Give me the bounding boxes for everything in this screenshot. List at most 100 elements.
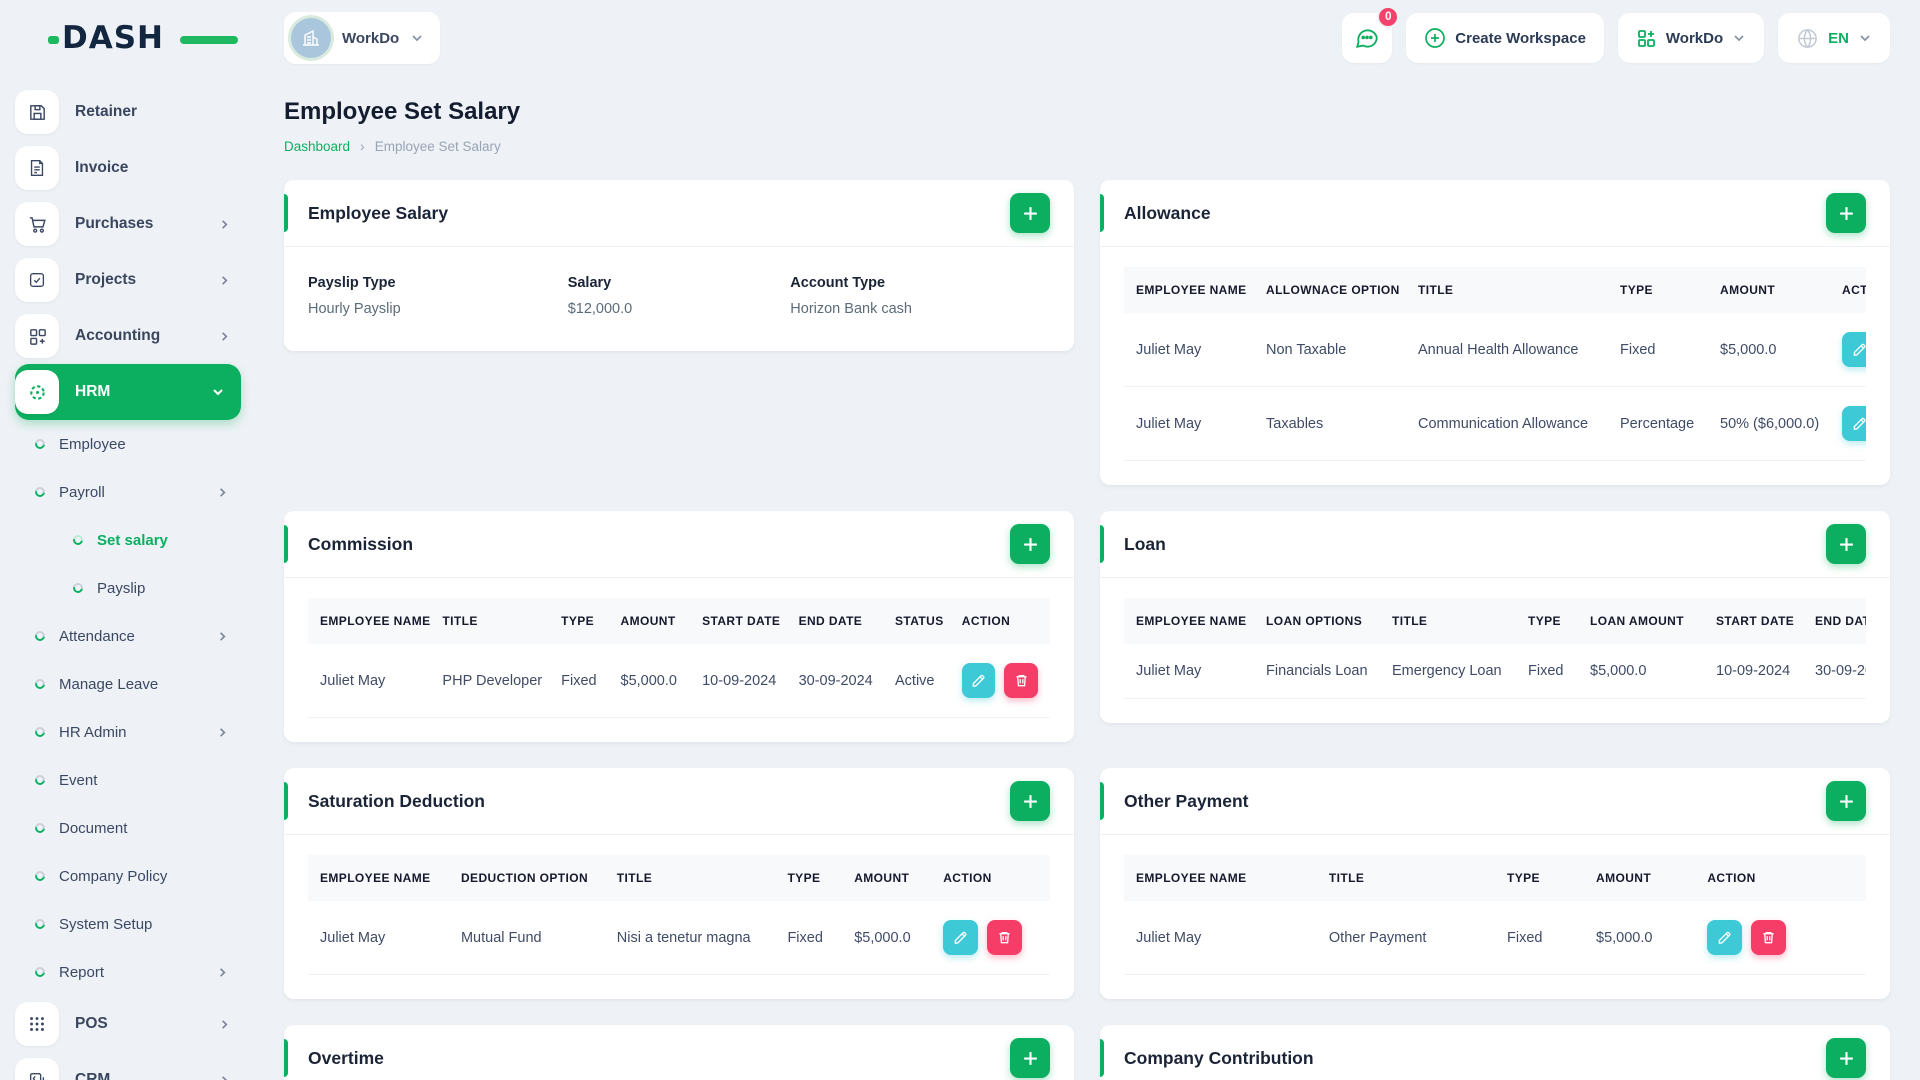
column-header: AMOUNT <box>842 855 932 901</box>
add-other-payment-button[interactable] <box>1826 781 1866 821</box>
bullet-icon <box>33 821 47 835</box>
language-selector[interactable]: EN <box>1778 13 1890 63</box>
column-header: EMPLOYEE NAME <box>1124 598 1254 644</box>
sidebar-item-manage-leave[interactable]: Manage Leave <box>15 660 241 708</box>
breadcrumb-current: Employee Set Salary <box>374 138 501 154</box>
edit-button[interactable] <box>1842 332 1866 367</box>
topbar-actions: 0 Create Workspace WorkDo EN <box>1342 6 1890 63</box>
sidebar-item-retainer[interactable]: Retainer <box>15 84 241 140</box>
edit-button[interactable] <box>1842 406 1866 441</box>
add-company-contribution-button[interactable] <box>1826 1038 1866 1078</box>
cell: 50% ($6,000.0) <box>1720 415 1820 432</box>
sidebar-item-payroll[interactable]: Payroll <box>15 468 241 516</box>
cell: Juliet May <box>1136 663 1202 679</box>
plus-icon <box>1023 794 1037 808</box>
sidebar-item-company-policy[interactable]: Company Policy <box>15 852 241 900</box>
sidebar-item-payslip[interactable]: Payslip <box>15 564 241 612</box>
column-header: TYPE <box>1516 598 1578 644</box>
saturation-deduction-card: Saturation Deduction EMPLOYEE NAME DEDUCT… <box>284 768 1074 999</box>
chevron-down-icon <box>1860 35 1870 42</box>
delete-button[interactable] <box>987 920 1023 955</box>
add-saturation-deduction-button[interactable] <box>1010 781 1050 821</box>
column-header: TYPE <box>1494 855 1585 901</box>
card-title: Loan <box>1124 533 1166 554</box>
employee-salary-details: Payslip Type Hourly Payslip Salary $12,0… <box>284 247 1074 351</box>
bullet-icon <box>33 773 47 787</box>
messages-button[interactable]: 0 <box>1342 6 1400 63</box>
column-header: EMPLOYEE NAME <box>1124 855 1317 901</box>
data-table: EMPLOYEE NAME ALLOWNACE OPTION TITLE TYPE AM… <box>1124 267 1866 461</box>
sidebar-item-event[interactable]: Event <box>15 756 241 804</box>
card-header: Saturation Deduction <box>284 768 1074 835</box>
column-header: START DATE <box>690 598 787 644</box>
breadcrumb-dashboard-link[interactable]: Dashboard <box>284 139 350 154</box>
overtime-card: Overtime <box>284 1025 1074 1080</box>
sidebar-item-hr-admin[interactable]: HR Admin <box>15 708 241 756</box>
sidebar-item-projects[interactable]: Projects <box>15 252 241 308</box>
loan-table: EMPLOYEE NAME LOAN OPTIONS TITLE TYPE LOAN A… <box>1124 598 1866 699</box>
add-overtime-button[interactable] <box>1010 1038 1050 1078</box>
pencil-icon <box>1719 931 1731 944</box>
building-icon <box>303 29 319 46</box>
sidebar-item-attendance[interactable]: Attendance <box>15 612 241 660</box>
edit-button[interactable] <box>961 663 996 698</box>
cell: Financials Loan <box>1266 663 1368 679</box>
column-header: TITLE <box>1316 855 1495 901</box>
sidebar-item-crm[interactable]: CRM <box>15 1052 241 1080</box>
pencil-icon <box>1853 417 1866 430</box>
bullet-icon <box>71 581 85 595</box>
sidebar-item-document[interactable]: Document <box>15 804 241 852</box>
cell: Fixed <box>1528 663 1564 679</box>
sidebar-item-employee[interactable]: Employee <box>15 420 241 468</box>
table-header-row: EMPLOYEE NAME DEDUCTION OPTION TITLE TYPE AM… <box>308 855 1050 901</box>
sidebar-item-hrm[interactable]: HRM <box>15 364 241 420</box>
bullet-icon <box>71 533 85 547</box>
table-row: Juliet May PHP Developer Fixed $5,000.0 10-0… <box>308 644 1050 718</box>
trash-icon <box>1016 674 1027 687</box>
add-commission-button[interactable] <box>1010 524 1050 564</box>
cell: 30-09-2024 <box>1815 663 1866 679</box>
chevron-right-icon <box>222 275 228 285</box>
cell: $5,000.0 <box>1590 663 1647 679</box>
app-menu-button[interactable]: WorkDo <box>1617 13 1765 63</box>
add-loan-button[interactable] <box>1826 524 1866 564</box>
chevron-right-icon: › <box>360 138 365 154</box>
column-header: ACTION <box>949 598 1050 644</box>
sidebar-item-set-salary[interactable]: Set salary <box>15 516 241 564</box>
card-title: Other Payment <box>1124 790 1249 811</box>
add-allowance-button[interactable] <box>1826 193 1866 233</box>
sidebar-item-pos[interactable]: POS <box>15 996 241 1052</box>
sidebar-item-invoice[interactable]: Invoice <box>15 140 241 196</box>
cards-grid: Employee Salary Payslip Type Hourly Pays… <box>284 180 1890 1080</box>
delete-button[interactable] <box>1004 663 1038 698</box>
plus-icon <box>1023 206 1037 220</box>
allowance-card: Allowance EMPLOYEE NAME ALLOWNACE OPTION T… <box>1100 180 1890 485</box>
cell: Juliet May <box>1136 929 1202 946</box>
edit-button[interactable] <box>943 920 979 955</box>
bullet-icon <box>33 725 47 739</box>
sidebar-item-system-setup[interactable]: System Setup <box>15 900 241 948</box>
sidebar-item-purchases[interactable]: Purchases <box>15 196 241 252</box>
card-title: Commission <box>308 533 414 554</box>
app-menu-label: WorkDo <box>1665 29 1724 47</box>
create-workspace-button[interactable]: Create Workspace <box>1406 13 1604 63</box>
edit-button[interactable] <box>1707 920 1743 955</box>
cell: Juliet May <box>320 929 386 946</box>
cell: $5,000.0 <box>1596 929 1653 946</box>
cell-actions <box>1695 901 1866 975</box>
cell: Fixed <box>1506 929 1543 946</box>
app-logo[interactable]: DASH <box>48 20 238 60</box>
column-header: TITLE <box>604 855 776 901</box>
delete-button[interactable] <box>1751 920 1787 955</box>
table-header-row: EMPLOYEE NAME ALLOWNACE OPTION TITLE TYPE AM… <box>1124 267 1866 313</box>
cell: Taxables <box>1266 415 1324 432</box>
grid-plus-icon <box>1638 29 1655 47</box>
logo-dash-icon <box>180 36 238 44</box>
chevron-down-icon <box>412 35 422 42</box>
sidebar-item-report[interactable]: Report <box>15 948 241 996</box>
grid-plus-icon <box>15 314 59 358</box>
workspace-selector[interactable]: WorkDo <box>284 12 441 64</box>
sidebar-item-accounting[interactable]: Accounting <box>15 308 241 364</box>
bullet-icon <box>33 917 47 931</box>
add-employee-salary-button[interactable] <box>1010 193 1050 233</box>
